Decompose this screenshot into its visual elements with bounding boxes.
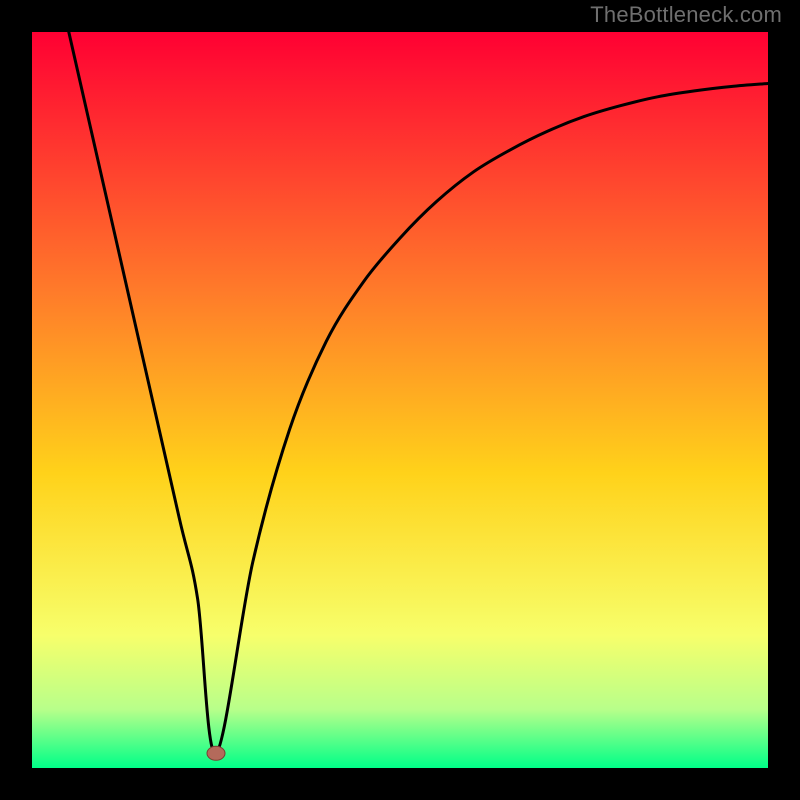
watermark-label: TheBottleneck.com [590,2,782,28]
gradient-background [32,32,768,768]
chart-frame: TheBottleneck.com [0,0,800,800]
plot-area [32,32,768,768]
plot-svg [32,32,768,768]
optimal-point-marker [207,746,225,760]
